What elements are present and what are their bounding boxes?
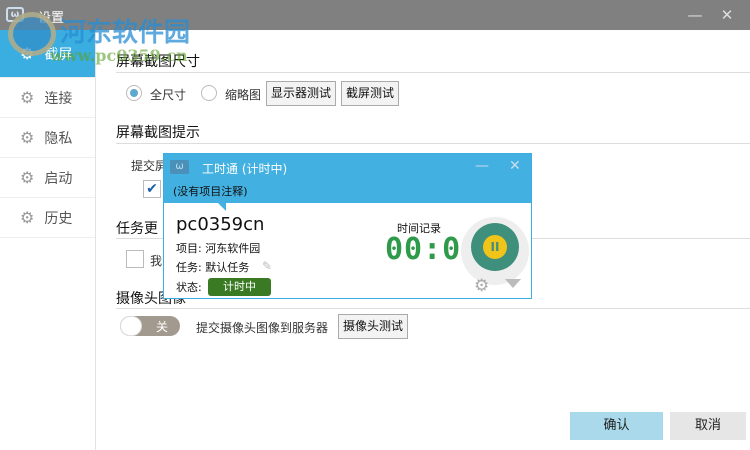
- divider: [116, 72, 750, 73]
- sidebar-item-history[interactable]: ⚙ 历史: [0, 198, 95, 238]
- submit-screenshot-label: 提交屏: [131, 159, 168, 173]
- sidebar: ⚙ 截屏 ⚙ 连接 ⚙ 隐私 ⚙ 启动 ⚙ 历史: [0, 30, 96, 450]
- caret: [218, 203, 226, 211]
- close-button[interactable]: ✕: [716, 4, 738, 26]
- edit-icon[interactable]: ✎: [262, 259, 272, 273]
- camera-submit-label: 提交摄像头图像到服务器: [196, 321, 329, 335]
- full-size-label: 全尺寸: [150, 88, 187, 102]
- camera-toggle[interactable]: 关: [120, 316, 180, 336]
- task-label: 任务: 默认任务: [176, 261, 250, 274]
- pause-button[interactable]: II: [461, 217, 529, 285]
- sidebar-item-label: 启动: [44, 170, 73, 187]
- camera-test-button[interactable]: 摄像头测试: [338, 314, 408, 339]
- cancel-button[interactable]: 取消: [670, 412, 746, 440]
- gear-icon: ⚙: [20, 208, 35, 227]
- sidebar-item-screenshot[interactable]: ⚙ 截屏: [0, 30, 95, 78]
- project-label: 项目: 河东软件园: [176, 242, 261, 255]
- project-note: (没有项目注释): [173, 185, 248, 198]
- task-update-option-label: 我: [150, 254, 163, 268]
- status-label: 状态:: [176, 281, 202, 294]
- task-update-checkbox[interactable]: [126, 250, 144, 268]
- popup-minimize-button[interactable]: —: [475, 158, 489, 174]
- dropdown-arrow-icon[interactable]: [505, 279, 521, 288]
- gear-icon: ⚙: [20, 128, 35, 147]
- monitor-test-button[interactable]: 显示器测试: [266, 81, 336, 106]
- app-logo-icon: ω: [6, 7, 24, 22]
- screenshot-hint-heading: 屏幕截图提示: [116, 125, 200, 141]
- thumbnail-label: 缩略图: [225, 88, 262, 102]
- sidebar-item-label: 连接: [44, 90, 73, 107]
- capture-test-button[interactable]: 截屏测试: [341, 81, 399, 106]
- timer-popup: ω 工时通 (计时中) — ✕ (没有项目注释) pc0359cn 项目: 河东…: [163, 153, 532, 299]
- popup-header: ω 工时通 (计时中) — ✕ (没有项目注释): [164, 154, 531, 211]
- sidebar-item-label: 截屏: [44, 46, 73, 63]
- screenshot-size-heading: 屏幕截图尺寸: [116, 54, 200, 70]
- sidebar-item-startup[interactable]: ⚙ 启动: [0, 158, 95, 198]
- thumbnail-radio[interactable]: [201, 85, 217, 101]
- ok-button[interactable]: 确认: [570, 412, 663, 440]
- gear-icon: ⚙: [20, 44, 35, 63]
- gear-icon: ⚙: [20, 88, 35, 107]
- window-title: 设置: [38, 11, 65, 26]
- popup-close-button[interactable]: ✕: [509, 158, 521, 174]
- divider: [116, 143, 750, 144]
- popup-title: 工时通 (计时中): [202, 162, 288, 176]
- sidebar-item-privacy[interactable]: ⚙ 隐私: [0, 118, 95, 158]
- app-logo-icon: ω: [170, 160, 189, 174]
- toggle-label: 关: [155, 320, 168, 334]
- sidebar-item-label: 隐私: [44, 130, 73, 147]
- screenshot-hint-checkbox[interactable]: ✔: [143, 180, 161, 198]
- divider: [116, 308, 750, 309]
- task-update-heading: 任务更: [116, 221, 158, 237]
- toggle-knob: [120, 316, 142, 336]
- full-size-radio[interactable]: [126, 85, 142, 101]
- settings-gear-icon[interactable]: ⚙: [474, 276, 489, 296]
- status-badge: 计时中: [208, 278, 271, 296]
- minimize-button[interactable]: —: [684, 4, 706, 26]
- gear-icon: ⚙: [20, 168, 35, 187]
- title-bar: ω 设置 — ✕: [0, 0, 750, 30]
- pause-icon: II: [483, 235, 507, 259]
- sidebar-item-connection[interactable]: ⚙ 连接: [0, 78, 95, 118]
- sidebar-item-label: 历史: [44, 210, 73, 227]
- username: pc0359cn: [176, 214, 265, 235]
